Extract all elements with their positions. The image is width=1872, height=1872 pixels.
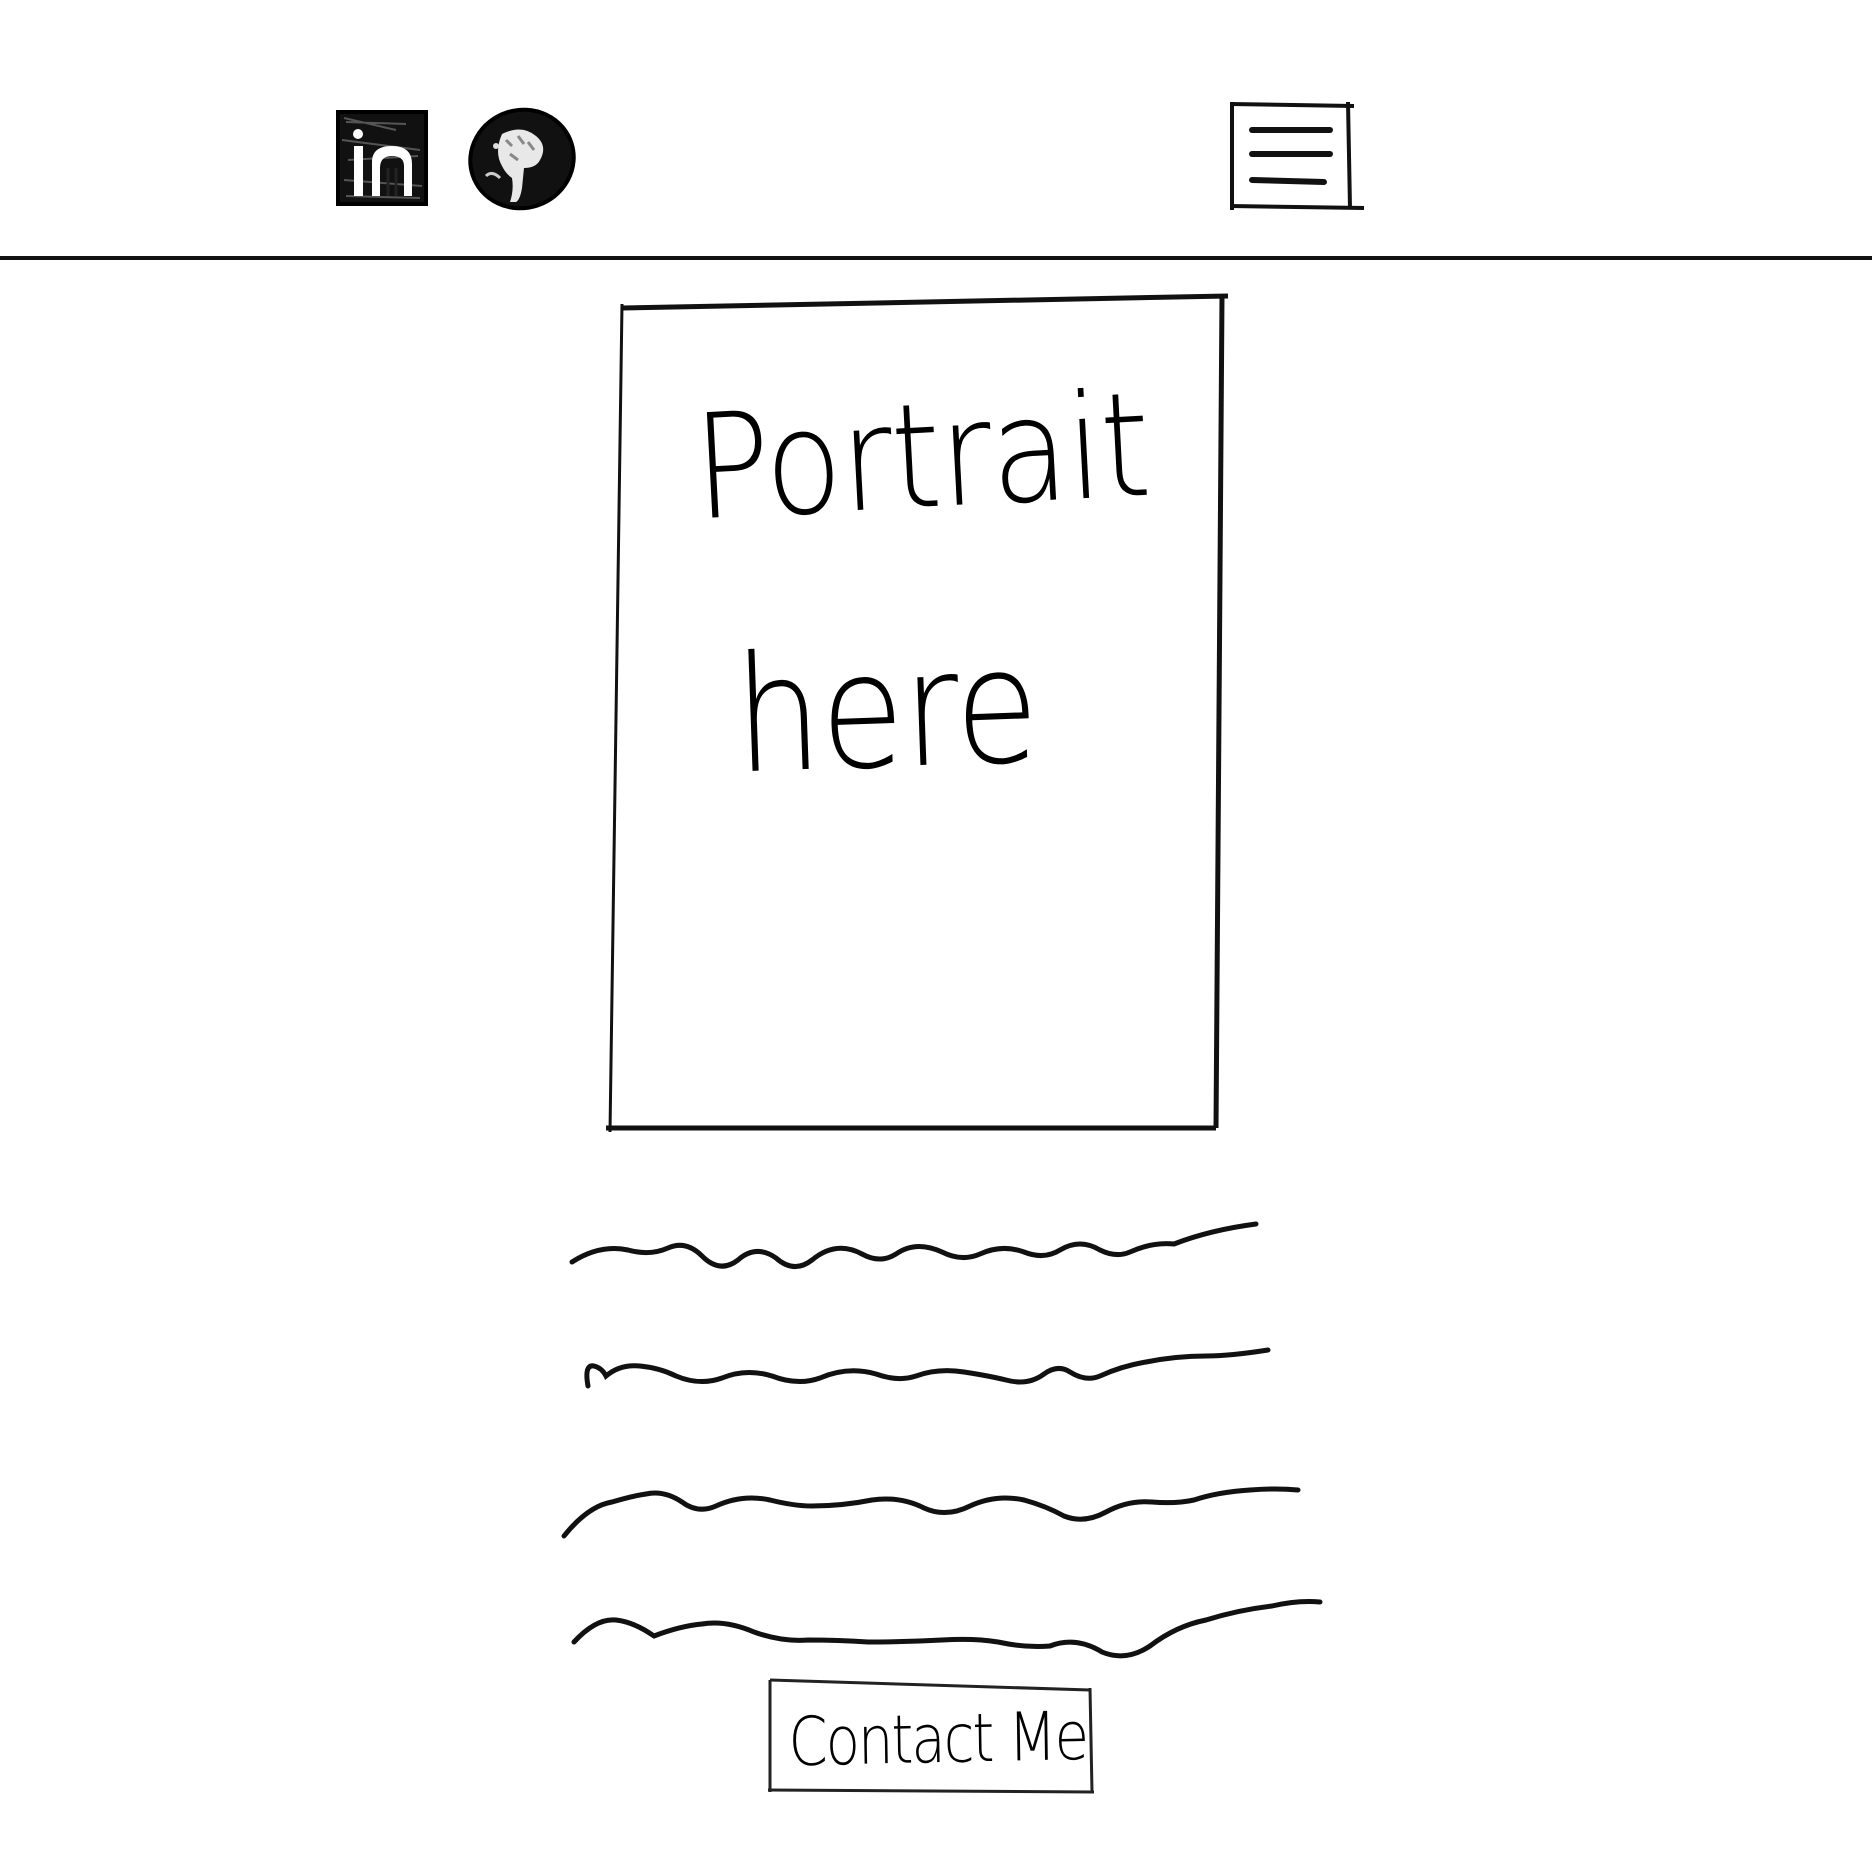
github-link[interactable] bbox=[466, 106, 578, 212]
portrait-label-line2: here bbox=[732, 613, 1041, 811]
bio-scribble-line-4 bbox=[571, 1599, 1323, 1659]
github-icon bbox=[468, 107, 576, 211]
contact-me-label: Contact Me bbox=[788, 1697, 1088, 1782]
contact-me-button[interactable]: Contact Me bbox=[766, 1678, 1102, 1794]
bio-placeholder-text bbox=[550, 1200, 1340, 1670]
bio-scribble-line-3 bbox=[561, 1486, 1301, 1539]
portrait-placeholder: Portrait here bbox=[596, 286, 1236, 1136]
bio-scribble-line-1 bbox=[569, 1221, 1259, 1269]
linkedin-link[interactable] bbox=[336, 110, 428, 206]
hamburger-menu-icon bbox=[1229, 101, 1365, 210]
site-header bbox=[0, 0, 1872, 260]
linkedin-icon bbox=[336, 110, 428, 206]
header-divider bbox=[0, 256, 1872, 260]
menu-button[interactable] bbox=[1224, 96, 1365, 214]
bio-scribble-line-2 bbox=[584, 1347, 1271, 1389]
portrait-label-line1: Portrait bbox=[690, 360, 1154, 553]
